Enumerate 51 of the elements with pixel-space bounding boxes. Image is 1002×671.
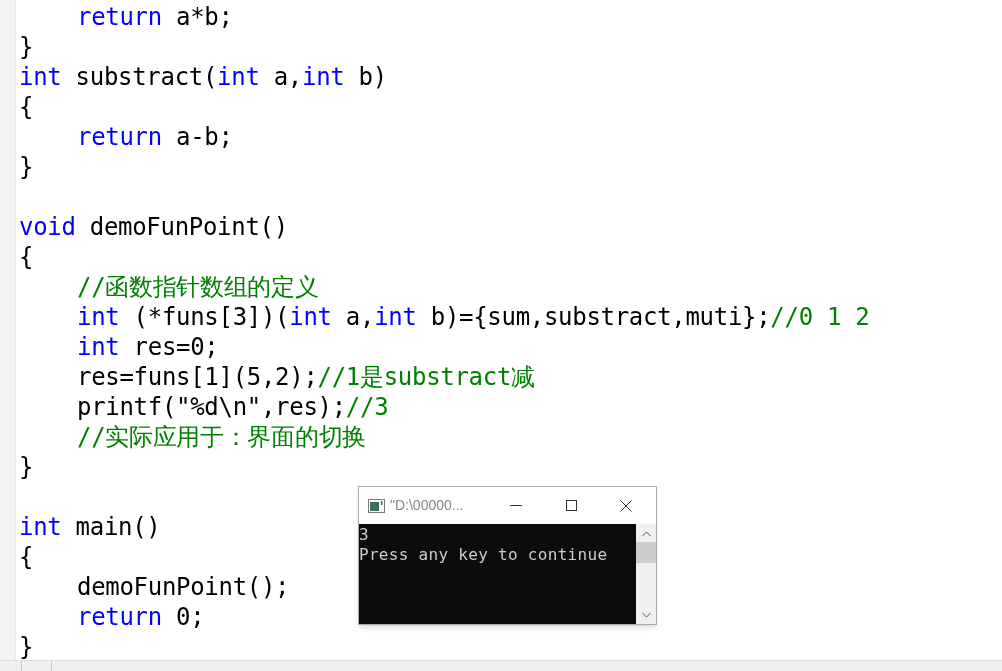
code-keyword: int	[289, 302, 332, 332]
code-keyword: int	[19, 512, 62, 542]
code-comment: //0 1 2	[770, 302, 870, 332]
vertical-scrollbar[interactable]	[636, 524, 656, 624]
code-text: a-b;	[175, 122, 233, 152]
minimize-icon[interactable]	[510, 504, 522, 507]
code-keyword: int	[77, 302, 120, 332]
code-comment: //1是substract减	[317, 362, 535, 392]
code-text: a*b;	[175, 2, 233, 32]
code-text: substract(	[74, 62, 218, 92]
code-text: res=0;	[132, 332, 219, 362]
code-keyword: int	[374, 302, 417, 332]
code-comment: //3	[345, 392, 389, 422]
code-keyword: return	[77, 602, 162, 632]
code-text: }	[19, 32, 34, 62]
code-text: demoFunPoint()	[88, 212, 288, 242]
code-text: demoFunPoint();	[77, 572, 290, 602]
code-keyword: return	[77, 2, 162, 32]
code-text: a,	[344, 302, 375, 332]
maximize-icon[interactable]	[566, 500, 577, 511]
code-comment: //函数指针数组的定义	[77, 272, 319, 302]
code-text: a,	[272, 62, 302, 92]
scroll-up-icon[interactable]	[641, 531, 651, 537]
code-text: b)	[357, 62, 387, 92]
code-text: }	[19, 632, 34, 662]
scroll-thumb[interactable]	[636, 542, 656, 563]
code-text: res=funs[1](5,2);	[77, 362, 318, 392]
code-text: b)={sum,substract,muti};	[429, 302, 771, 332]
code-keyword: void	[19, 212, 76, 242]
code-text: }	[19, 452, 34, 482]
console-line: 3	[359, 525, 370, 545]
window-title: "D:\00000...	[390, 496, 464, 515]
close-icon[interactable]	[620, 499, 632, 512]
code-keyword: int	[19, 62, 62, 92]
code-text: (*funs[3])(	[132, 302, 290, 332]
code-text: 0;	[175, 602, 205, 632]
console-line: Press any key to continue	[359, 545, 609, 565]
code-text: {	[19, 92, 34, 122]
code-text: printf("%d\n",res);	[77, 392, 346, 422]
code-text: main()	[74, 512, 161, 542]
code-keyword: return	[77, 122, 162, 152]
code-comment: //实际应用于：界面的切换	[77, 422, 366, 452]
code-keyword: int	[302, 62, 345, 92]
code-text: {	[19, 242, 34, 272]
code-text: {	[19, 542, 34, 572]
code-text: }	[19, 152, 34, 182]
scroll-down-icon[interactable]	[641, 612, 651, 618]
horizontal-scrollbar[interactable]	[0, 660, 1002, 671]
code-keyword: int	[217, 62, 260, 92]
code-keyword: int	[77, 332, 120, 362]
console-icon	[368, 498, 385, 513]
